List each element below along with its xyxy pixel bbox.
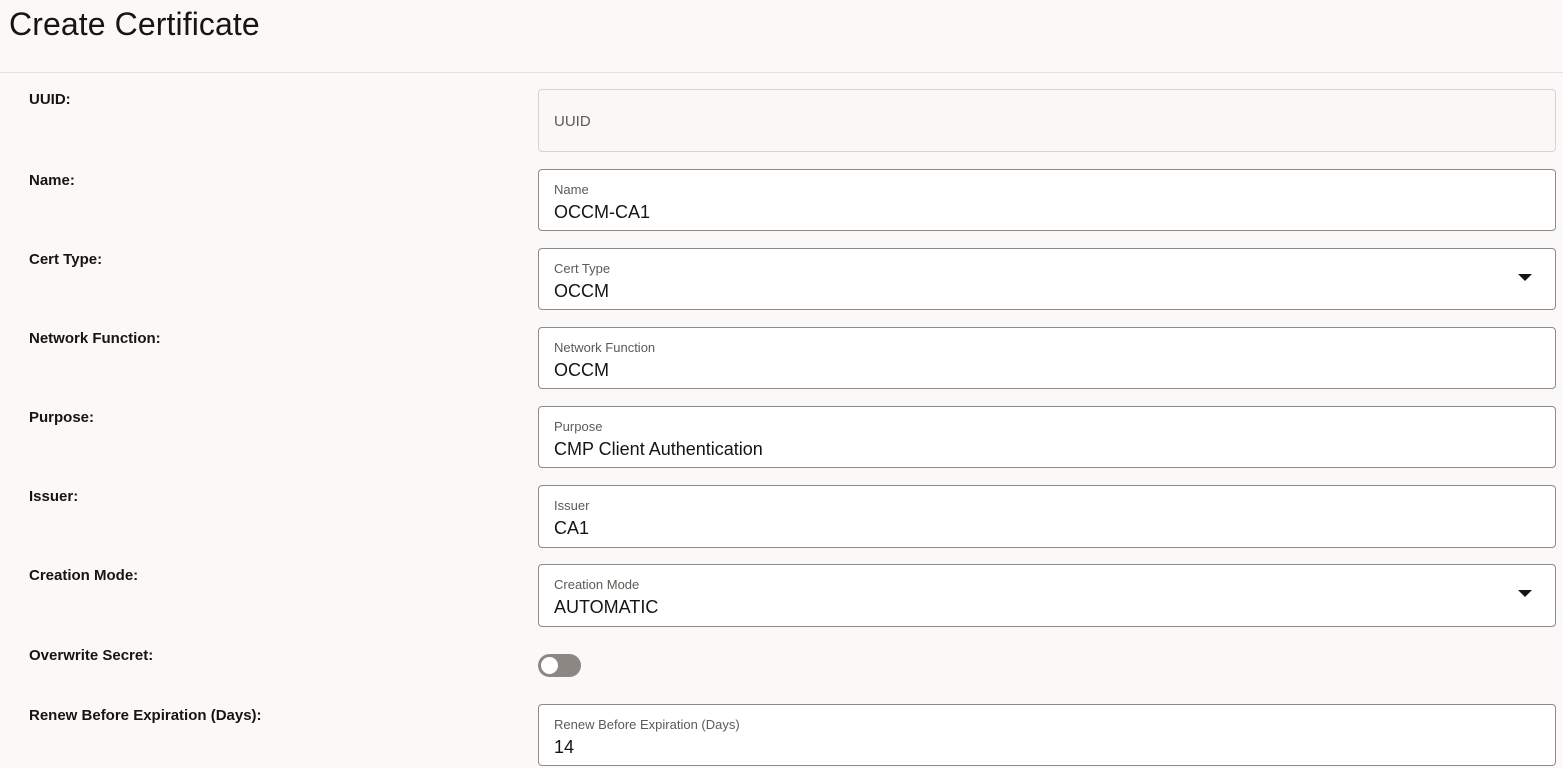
network-function-field-value[interactable]: OCCM: [554, 359, 609, 381]
page-title: Create Certificate: [9, 6, 260, 42]
name-row-label: Name:: [29, 172, 75, 189]
name-field-label: Name: [554, 182, 589, 197]
chevron-down-icon[interactable]: [1518, 590, 1532, 597]
cert-type-field-label: Cert Type: [554, 261, 611, 276]
cert-type-select[interactable]: Cert Type OCCM: [538, 248, 1556, 310]
creation-mode-field-value[interactable]: AUTOMATIC: [554, 596, 658, 618]
chevron-down-icon[interactable]: [1518, 274, 1532, 281]
uuid-field: UUID: [538, 89, 1556, 152]
issuer-field-label: Issuer: [554, 498, 590, 513]
renew-before-expiration-field-label: Renew Before Expiration (Days): [554, 717, 740, 732]
toggle-knob: [541, 657, 558, 674]
issuer-field-value[interactable]: CA1: [554, 517, 589, 539]
purpose-row-label: Purpose:: [29, 409, 95, 426]
issuer-row-label: Issuer:: [29, 488, 79, 505]
uuid-placeholder: UUID: [554, 113, 591, 130]
network-function-field-label: Network Function: [554, 340, 656, 355]
renew-before-expiration-field[interactable]: Renew Before Expiration (Days) 14: [538, 704, 1556, 766]
creation-mode-select[interactable]: Creation Mode AUTOMATIC: [538, 564, 1556, 627]
creation-mode-row-label: Creation Mode:: [29, 567, 139, 584]
overwrite-secret-row-label: Overwrite Secret:: [29, 647, 154, 664]
purpose-field-value[interactable]: CMP Client Authentication: [554, 438, 763, 460]
network-function-field[interactable]: Network Function OCCM: [538, 327, 1556, 389]
name-field[interactable]: Name OCCM-CA1: [538, 169, 1556, 231]
overwrite-secret-toggle[interactable]: [538, 654, 581, 677]
purpose-field-label: Purpose: [554, 419, 603, 434]
renew-before-expiration-row-label: Renew Before Expiration (Days):: [29, 707, 262, 724]
create-certificate-page: Create Certificate UUID: UUID Name: Name…: [0, 0, 1563, 768]
purpose-field[interactable]: Purpose CMP Client Authentication: [538, 406, 1556, 468]
cert-type-field-value[interactable]: OCCM: [554, 280, 609, 302]
creation-mode-field-label: Creation Mode: [554, 577, 640, 592]
uuid-row-label: UUID:: [29, 91, 71, 108]
network-function-row-label: Network Function:: [29, 330, 161, 347]
name-field-value[interactable]: OCCM-CA1: [554, 201, 650, 223]
renew-before-expiration-field-value[interactable]: 14: [554, 736, 574, 758]
cert-type-row-label: Cert Type:: [29, 251, 103, 268]
issuer-field[interactable]: Issuer CA1: [538, 485, 1556, 548]
header-divider: [0, 72, 1563, 73]
